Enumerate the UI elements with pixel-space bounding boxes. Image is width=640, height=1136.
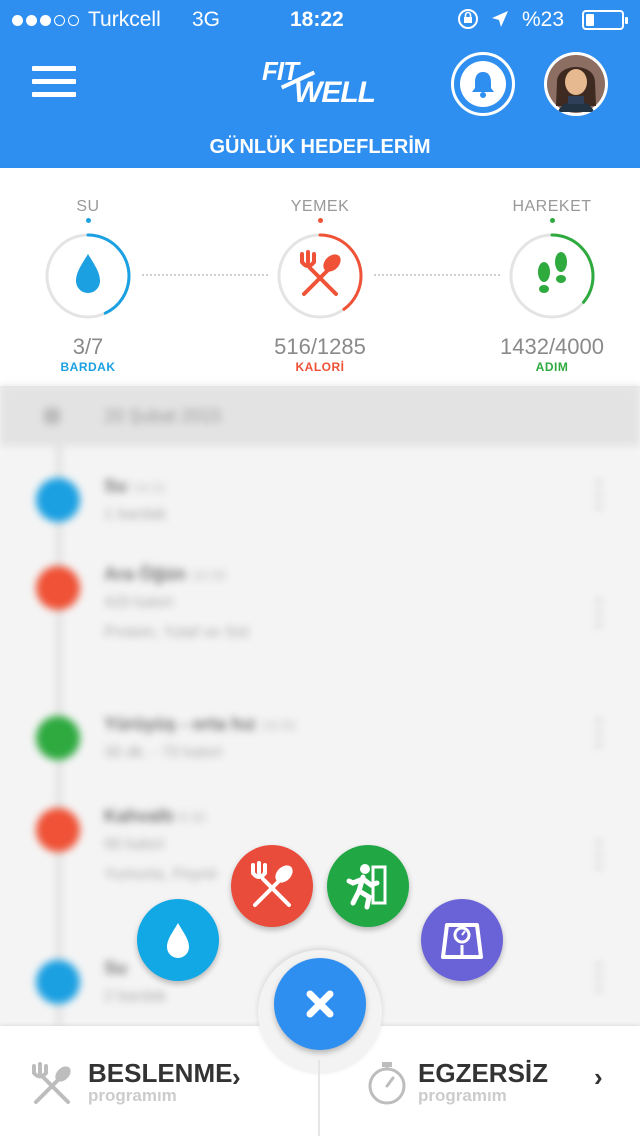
feed-item-detail: Yumurta, Peynir: [104, 866, 218, 883]
notifications-button[interactable]: [451, 52, 515, 116]
goal-value: 1432/4000: [500, 334, 604, 359]
running-person-icon: [346, 864, 387, 910]
goal-indicator-dot: [318, 218, 323, 223]
feed-item-icon: [36, 478, 80, 522]
daily-goals-card: SU 3/7 BARDAK YEMEK 516/1285 KALORİ HARE…: [0, 168, 640, 386]
calendar-icon: [44, 408, 60, 424]
bell-icon: [472, 72, 494, 98]
close-icon: [306, 990, 334, 1018]
feed-item-icon: [36, 808, 80, 852]
goal-progress-ring: [509, 233, 595, 319]
more-options-icon[interactable]: [596, 840, 608, 870]
signal-strength-icon: [12, 8, 82, 32]
feed-item-icon: [36, 960, 80, 1004]
more-options-icon[interactable]: [596, 598, 608, 628]
goal-water[interactable]: SU 3/7 BARDAK: [0, 168, 178, 386]
add-water-button[interactable]: [137, 899, 219, 981]
feed-item-title: Su 14:11: [104, 476, 167, 496]
goal-unit: BARDAK: [60, 360, 116, 374]
goal-food[interactable]: YEMEK 516/1285 KALORİ: [230, 168, 410, 386]
add-meal-button[interactable]: [231, 845, 313, 927]
feed-item-detail: 1 bardak: [104, 506, 167, 523]
hamburger-icon: [32, 66, 76, 71]
nutrition-program-link[interactable]: BESLENME programım ›: [30, 1048, 250, 1118]
goal-progress-ring: [45, 233, 131, 319]
goal-indicator-dot: [550, 218, 555, 223]
feed-date: 20 Şubat 2015: [104, 406, 222, 426]
feed-item-icon: [36, 716, 80, 760]
exercise-subtitle: programım: [418, 1086, 507, 1105]
close-menu-button[interactable]: [274, 958, 366, 1050]
water-drop-icon: [167, 923, 189, 958]
feed-item-detail: 90 kalori: [104, 836, 165, 853]
goal-activity[interactable]: HAREKET 1432/4000 ADIM: [462, 168, 640, 386]
clock: 18:22: [290, 8, 344, 31]
feed-item-title: Su: [104, 958, 128, 978]
network-type: 3G: [192, 8, 221, 31]
status-bar: Turkcell 3G 18:22 %23: [0, 0, 640, 40]
user-photo-icon: [547, 55, 605, 113]
feed-item-title: Kahvaltı 8:30: [104, 806, 207, 826]
feed-item-detail: 30 dk. - 70 kalori: [104, 744, 223, 761]
goal-unit: ADIM: [535, 360, 569, 374]
fork-spoon-icon: [251, 861, 293, 907]
goal-unit: KALORİ: [295, 360, 345, 374]
nutrition-subtitle: programım: [88, 1086, 177, 1105]
feed-item-icon: [36, 566, 80, 610]
nutrition-title: BESLENME: [88, 1058, 233, 1088]
chevron-right-icon: ›: [232, 1062, 241, 1092]
add-weight-button[interactable]: [421, 899, 503, 981]
more-options-icon[interactable]: [596, 962, 608, 992]
goal-value: 3/7: [72, 334, 104, 359]
goal-label: HAREKET: [512, 198, 592, 215]
logo-well: WELL: [294, 76, 376, 109]
scale-icon: [441, 923, 483, 959]
rotation-lock-icon: [456, 7, 480, 37]
fork-spoon-icon: [32, 1062, 71, 1104]
daily-goals-title: GÜNLÜK HEDEFLERİM: [209, 136, 431, 158]
feed-item-title: Ara Öğün 16:30: [104, 564, 227, 584]
battery-icon: [582, 10, 628, 30]
more-options-icon[interactable]: [596, 480, 608, 510]
profile-avatar[interactable]: [544, 52, 608, 116]
goal-label: SU: [76, 198, 100, 215]
feed-item-detail: Protein, Yulaf ve Süt: [104, 624, 249, 641]
goal-progress-ring: [277, 233, 363, 319]
exercise-title: EGZERSİZ: [418, 1058, 549, 1088]
add-exercise-button[interactable]: [327, 845, 409, 927]
bottom-divider: [318, 1060, 320, 1136]
stopwatch-icon: [368, 1062, 406, 1105]
goal-label: YEMEK: [290, 198, 350, 215]
activity-feed: 20 Şubat 2015 Su 14:11 1 bardak Ara Öğün…: [0, 386, 640, 1026]
location-arrow-icon: [490, 9, 510, 35]
carrier-name: Turkcell: [88, 8, 161, 31]
more-options-icon[interactable]: [596, 718, 608, 748]
feed-item-detail: 420 kalori: [104, 594, 174, 611]
battery-percentage: %23: [522, 8, 565, 31]
exercise-program-link[interactable]: EGZERSİZ programım ›: [366, 1048, 616, 1118]
feed-item-detail: 2 bardak: [104, 988, 167, 1005]
app-logo: FIT WELL: [258, 56, 388, 108]
feed-date-header: 20 Şubat 2015: [0, 386, 640, 446]
goal-indicator-dot: [86, 218, 91, 223]
feed-item-title: Yürüyüş - orta hız 16:00: [104, 714, 297, 734]
chevron-right-icon: ›: [594, 1062, 603, 1092]
goal-value: 516/1285: [274, 334, 366, 359]
menu-button[interactable]: [32, 66, 76, 98]
